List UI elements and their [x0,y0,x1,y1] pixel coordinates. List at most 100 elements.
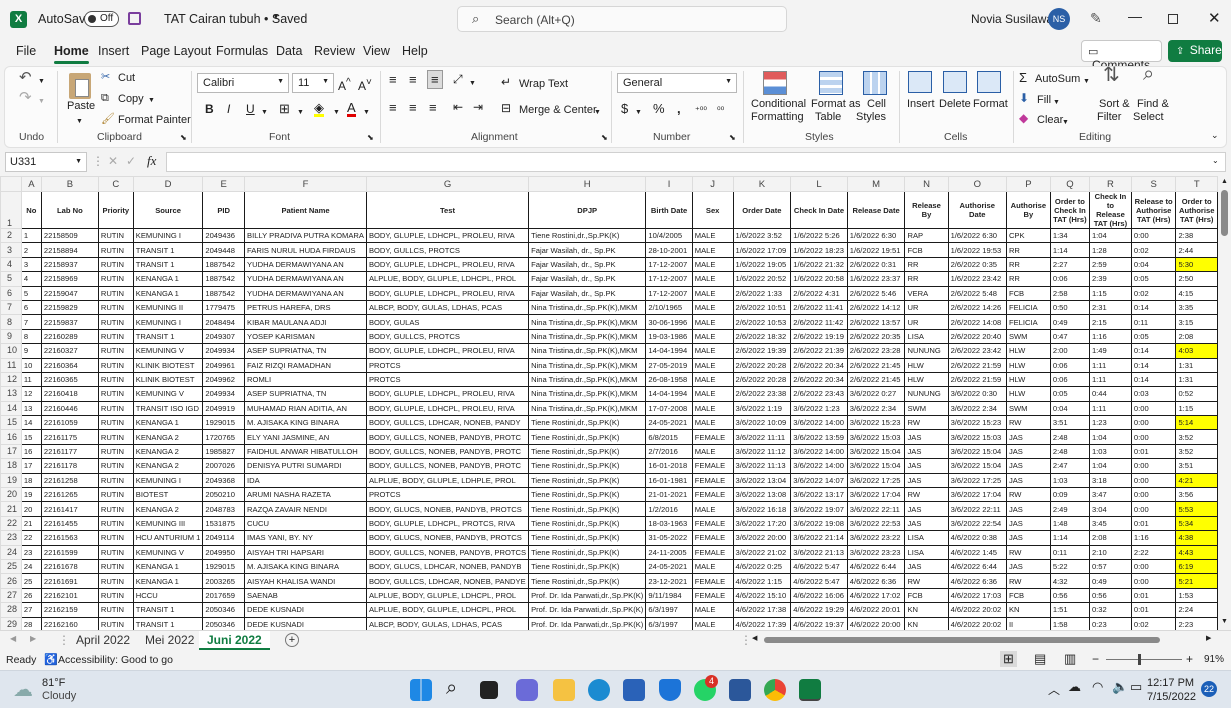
align-top-icon[interactable]: ≡ [389,73,397,86]
table-cell[interactable]: KN [904,616,949,630]
table-cell[interactable]: 2049307 [202,328,246,345]
table-cell[interactable]: 1:03 [1088,443,1132,460]
clear-button[interactable]: Clear [1037,114,1063,127]
table-cell[interactable]: RUTIN [97,285,134,301]
table-cell[interactable]: 4:15 [1175,285,1218,301]
table-cell[interactable]: 0:05 [1130,271,1177,287]
scroll-thumb[interactable] [1221,190,1228,236]
table-cell[interactable]: RAZQA ZAVAIR NENDI [244,501,367,517]
table-cell[interactable]: RUTIN [97,530,134,546]
table-cell[interactable]: 2/6/2022 11:41 [790,299,848,316]
table-cell[interactable]: 22160364 [40,357,99,373]
table-cell[interactable]: ASEP SUPRIATNA, TN [244,386,367,402]
tab-home[interactable]: Home [54,44,89,64]
cut-icon[interactable]: ✂ [101,71,110,84]
table-cell[interactable]: KEMUNING V [132,343,204,359]
table-cell[interactable]: 3/6/2022 13:17 [790,487,848,503]
table-cell[interactable]: 1:53 [1175,587,1218,604]
table-cell[interactable]: MALE [691,271,734,287]
table-cell[interactable]: YUDHA DERMAWIYANA AN [244,256,367,273]
chrome-icon[interactable] [764,679,786,701]
chevron-down-icon[interactable]: ▼ [363,106,370,119]
wrap-text-button[interactable]: Wrap Text [519,78,568,91]
table-cell[interactable]: 22161175 [40,429,99,445]
table-cell[interactable]: 3/6/2022 17:04 [947,487,1007,503]
table-cell[interactable]: 2:00 [1049,343,1090,359]
sort-filter-button[interactable]: Sort & [1099,98,1130,111]
table-cell[interactable]: 2:08 [1175,328,1218,345]
table-cell[interactable]: KEMUNING II [132,299,204,316]
table-cell[interactable]: 3:51 [1175,458,1218,474]
table-cell[interactable]: 22160446 [40,400,99,417]
table-cell[interactable]: 0:47 [1049,328,1090,345]
column-header[interactable]: G [365,176,530,192]
table-cell[interactable]: 4/6/2022 6:44 [947,558,1007,575]
chevron-down-icon[interactable]: ⌄ [1212,156,1219,165]
table-cell[interactable]: 2:31 [1088,299,1132,316]
table-cell[interactable]: FEMALE [691,472,734,489]
delete-cells-icon[interactable] [943,71,967,93]
share-button[interactable]: ⇪ Share [1168,40,1222,62]
table-cell[interactable]: RR [1005,271,1051,287]
table-cell[interactable]: 1:14 [1049,530,1090,546]
table-cell[interactable]: CUCU [244,515,367,532]
chat-icon[interactable] [516,679,538,701]
font-size-select[interactable]: 11 ▼ [292,73,334,93]
table-cell[interactable]: TRANSIT ISO IGD [132,400,204,417]
table-cell[interactable]: 7 [20,314,42,330]
table-cell[interactable]: 4/6/2022 6:36 [947,573,1007,589]
row-header[interactable]: 29 [0,616,22,630]
table-cell[interactable]: 0:09 [1049,487,1090,503]
table-cell[interactable]: 5:30 [1175,256,1218,273]
table-cell[interactable]: 4/6/2022 0:25 [732,558,792,575]
table-cell[interactable]: MALE [691,501,734,517]
table-cell[interactable]: Prof. Dr. Ida Parwati,dr.,Sp.PK(K) [528,602,647,618]
table-cell[interactable]: 3:52 [1175,429,1218,445]
search-box[interactable]: ⌕ Search (Alt+Q) [457,6,787,32]
table-cell[interactable]: AISYAH KHALISA WANDI [244,573,367,589]
table-cell[interactable]: DEDE KUSNADI [244,602,367,618]
table-cell[interactable]: 2049436 [202,227,246,244]
autosum-button[interactable]: AutoSum [1035,73,1080,86]
table-cell[interactable]: NUNUNG [904,386,949,402]
table-cell[interactable]: 8 [20,328,42,345]
table-cell[interactable]: RR [904,256,949,273]
table-cell[interactable]: 2017659 [202,587,246,604]
avatar[interactable]: NS [1048,8,1070,30]
table-cell[interactable]: FAIDHUL ANWAR HIBATULLOH [244,443,367,460]
column-title-cell[interactable]: Priority [97,191,134,229]
table-cell[interactable]: Fajar Wasilah, dr., Sp.PK [528,271,647,287]
table-cell[interactable]: Prof. Dr. Ida Parwati,dr.,Sp.PK(K) [528,616,647,630]
spreadsheet-grid[interactable]: A B C D E F G H I J K L M N O P Q R S T 1 No Lab No Priority Sou… [0,176,1218,630]
table-cell[interactable]: 2:48 [1049,429,1090,445]
increase-font-icon[interactable]: A^ [338,76,351,93]
table-cell[interactable]: MALE [691,558,734,575]
column-header[interactable]: P [1005,176,1051,192]
table-cell[interactable]: 2049448 [202,242,246,258]
save-icon[interactable] [128,12,141,25]
column-title-cell[interactable]: Order to Check In TAT (Hrs) [1049,191,1090,229]
table-cell[interactable]: 4/6/2022 17:02 [846,587,906,604]
table-cell[interactable]: 3/6/2022 2:34 [947,400,1007,417]
table-cell[interactable]: 19 [20,487,42,503]
table-cell[interactable]: 1:58 [1049,616,1090,630]
table-cell[interactable]: RUTIN [97,602,134,618]
normal-view-icon[interactable]: ⊞ [1000,651,1017,667]
table-cell[interactable]: KLINIK BIOTEST [132,357,204,373]
table-cell[interactable]: HCCU [132,587,204,604]
table-cell[interactable]: 1:15 [1088,285,1132,301]
table-cell[interactable]: 1985827 [202,443,246,460]
column-title-cell[interactable]: Order Date [732,191,792,229]
table-cell[interactable]: BODY, GULLCS, PROTCS [365,328,530,345]
sheet-tab-mei[interactable]: Mei 2022 [145,633,194,647]
table-cell[interactable]: II [1005,616,1051,630]
table-cell[interactable]: ELY YANI JASMINE, AN [244,429,367,445]
table-cell[interactable]: 3/6/2022 13:59 [790,429,848,445]
table-cell[interactable]: 4/6/2022 0:38 [947,530,1007,546]
table-cell[interactable]: JAS [1005,472,1051,489]
table-cell[interactable]: 3/6/2022 15:04 [846,443,906,460]
table-cell[interactable]: 2/6/2022 20:28 [732,357,792,373]
table-cell[interactable]: RUTIN [97,227,134,244]
table-cell[interactable]: FEMALE [691,530,734,546]
scroll-down-icon[interactable]: ▼ [1221,618,1228,625]
